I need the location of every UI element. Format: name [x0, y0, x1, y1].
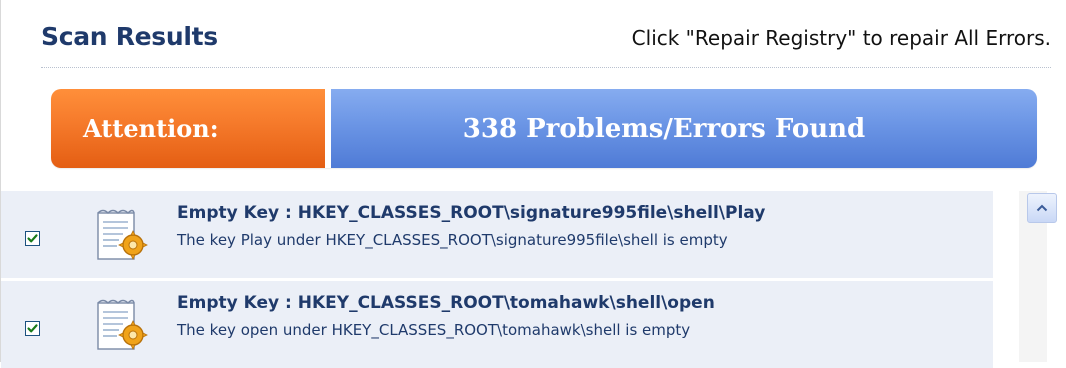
check-icon	[27, 234, 38, 243]
problems-count: 338 Problems/Errors Found	[462, 113, 866, 144]
item-description: The key Play under HKEY_CLASSES_ROOT\sig…	[177, 231, 728, 249]
problems-banner: Attention: 338 Problems/Errors Found	[51, 89, 1037, 168]
list-item[interactable]: Empty Key : HKEY_CLASSES_ROOT\signature9…	[1, 191, 993, 278]
check-icon	[27, 324, 38, 333]
registry-fix-icon	[97, 299, 148, 350]
attention-badge: Attention:	[51, 89, 331, 168]
repair-instruction: Click "Repair Registry" to repair All Er…	[631, 26, 1051, 50]
results-list: Empty Key : HKEY_CLASSES_ROOT\signature9…	[1, 191, 993, 368]
registry-fix-icon	[97, 209, 148, 260]
item-title: Empty Key : HKEY_CLASSES_ROOT\signature9…	[177, 203, 766, 223]
item-checkbox[interactable]	[25, 321, 40, 336]
header-divider	[41, 67, 1051, 68]
scan-results-panel: Scan Results Click "Repair Registry" to …	[0, 0, 1066, 368]
item-title: Empty Key : HKEY_CLASSES_ROOT\tomahawk\s…	[177, 293, 715, 313]
attention-label: Attention:	[83, 114, 219, 143]
header: Scan Results Click "Repair Registry" to …	[41, 22, 1051, 62]
item-description: The key open under HKEY_CLASSES_ROOT\tom…	[177, 321, 691, 339]
scroll-up-button[interactable]	[1027, 193, 1057, 223]
list-item[interactable]: Empty Key : HKEY_CLASSES_ROOT\tomahawk\s…	[1, 281, 993, 368]
problems-summary: 338 Problems/Errors Found	[331, 89, 1037, 168]
chevron-up-icon	[1036, 204, 1048, 212]
page-title: Scan Results	[41, 22, 218, 51]
item-checkbox[interactable]	[25, 231, 40, 246]
